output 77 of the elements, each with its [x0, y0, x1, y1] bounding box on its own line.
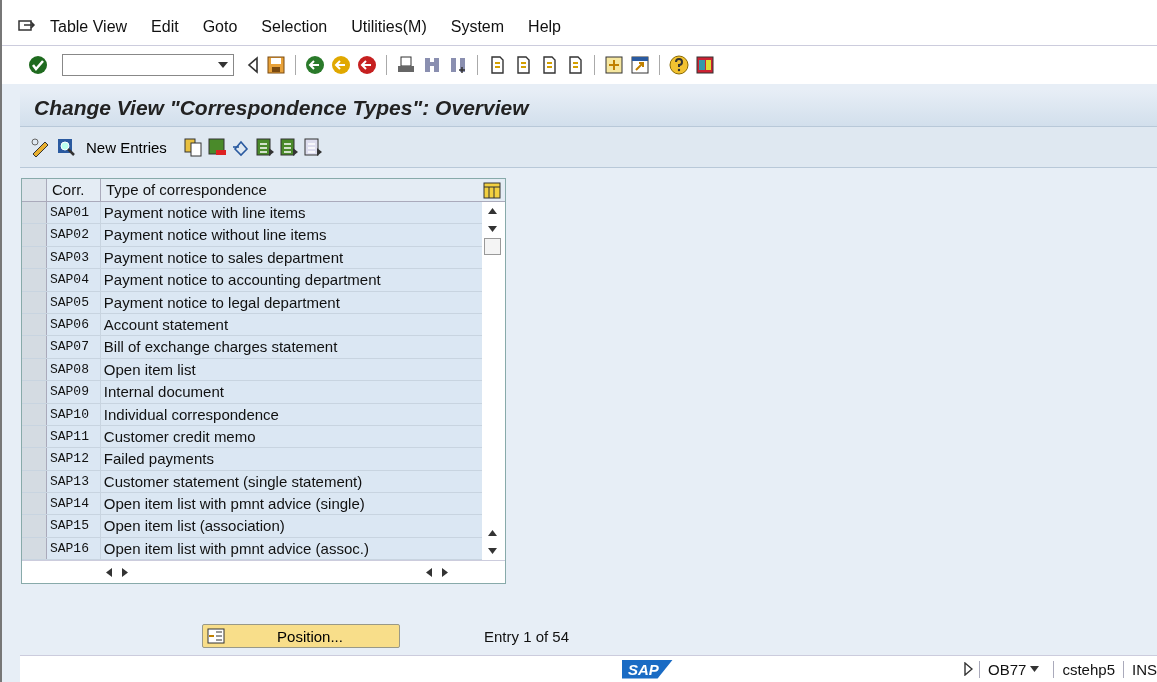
table-cell: SAP14	[46, 493, 101, 515]
table-cell: SAP15	[46, 515, 101, 537]
layout-icon[interactable]	[695, 55, 715, 75]
table-cell: SAP13	[46, 470, 101, 493]
table-cell: SAP08	[46, 358, 101, 381]
menu-item[interactable]: Utilities(M)	[351, 17, 427, 36]
table-cell: SAP01	[46, 202, 101, 224]
table-cell-text: Open item list (association)	[102, 516, 286, 537]
menu-item[interactable]: System	[450, 17, 505, 36]
table-cell-text: Internal document	[102, 382, 225, 403]
table-cell-text: Payment notice with line items	[102, 203, 307, 223]
menu-item[interactable]: Table View	[50, 17, 128, 36]
table-settings-icon[interactable]	[483, 181, 501, 199]
window-icon[interactable]	[604, 55, 624, 75]
scroll-right-icon[interactable]	[122, 567, 128, 577]
menu-item[interactable]: Help	[528, 17, 561, 36]
command-field[interactable]	[62, 54, 234, 76]
scroll-up-icon[interactable]	[487, 530, 497, 537]
table-cell: SAP05	[46, 291, 101, 313]
scroll-down-icon[interactable]	[487, 226, 497, 232]
table-cell-text: Payment notice without line items	[102, 225, 328, 246]
position-button[interactable]: Position...	[202, 624, 400, 648]
screen-title: Change View "Correspondence Types": Overview	[33, 96, 529, 120]
menu-item[interactable]: Selection	[261, 17, 328, 36]
scroll-thumb[interactable]	[483, 238, 501, 255]
scroll-down-icon[interactable]	[487, 548, 497, 555]
table-cell-text: Customer credit memo	[102, 426, 257, 447]
magnifier-icon[interactable]	[56, 137, 76, 157]
table-cell: SAP10	[46, 403, 101, 425]
list-icon[interactable]	[302, 137, 323, 157]
table-cell: SAP03	[46, 246, 101, 269]
table-cell-text: Open item list with pmnt advice (single)	[102, 494, 366, 515]
menu-icon[interactable]	[18, 19, 36, 34]
menu-item[interactable]: Edit	[151, 17, 179, 36]
table-cell: SAP12	[46, 448, 101, 470]
table-cell-text: Customer statement (single statement)	[102, 471, 364, 492]
table-cell-text: Open item list	[102, 359, 197, 380]
entry-count: Entry 1 of 54	[484, 627, 570, 645]
sap-logo: SAP	[622, 659, 673, 679]
table-cell: SAP06	[46, 313, 101, 336]
table-cell-text: Payment notice to accounting department	[102, 270, 382, 291]
column-header[interactable]: Corr.	[47, 179, 101, 201]
scroll-left-icon[interactable]	[106, 567, 112, 577]
table-cell-text: Payment notice to sales department	[102, 247, 345, 268]
table-cell-text: Individual correspondence	[102, 404, 280, 425]
help-icon[interactable]	[669, 55, 689, 75]
print-icon[interactable]	[396, 55, 416, 75]
table-cell-text: Payment notice to legal department	[102, 292, 341, 313]
scroll-right-icon[interactable]	[442, 567, 448, 577]
table-cell-text: Bill of exchange charges statement	[102, 337, 339, 358]
triangle-right-icon[interactable]	[963, 662, 974, 676]
table-cell: SAP04	[46, 269, 101, 291]
save-icon[interactable]	[266, 55, 286, 75]
copy-icon[interactable]	[182, 137, 203, 157]
table-cell-text: Account statement	[102, 314, 230, 335]
table-cell: SAP09	[46, 381, 101, 403]
table-cell: SAP16	[46, 537, 101, 560]
scroll-left-icon[interactable]	[426, 567, 432, 577]
transaction-code[interactable]: OB77	[979, 660, 1054, 678]
table-cell: SAP07	[46, 336, 101, 358]
list-position-icon	[207, 628, 225, 644]
table-cell-text: Failed payments	[102, 449, 215, 470]
dropdown-caret-icon[interactable]	[218, 62, 228, 68]
column-header[interactable]: Type of correspondence	[101, 179, 483, 201]
input-mode: INS	[1123, 660, 1157, 678]
list-icon[interactable]	[254, 137, 275, 157]
table-cell: SAP11	[46, 425, 101, 448]
table-cell: SAP02	[46, 224, 101, 246]
triangle-left-icon[interactable]	[246, 56, 260, 74]
delete-row-icon[interactable]	[206, 137, 227, 157]
list-icon[interactable]	[278, 137, 299, 157]
enter-check-icon[interactable]	[28, 55, 48, 75]
new-entries-button[interactable]: New Entries	[80, 136, 173, 158]
server-name: cstehp5	[1053, 660, 1123, 678]
menu-item[interactable]: Goto	[202, 17, 238, 36]
table-cell-text: Open item list with pmnt advice (assoc.)	[102, 538, 370, 559]
scroll-up-icon[interactable]	[487, 208, 497, 214]
